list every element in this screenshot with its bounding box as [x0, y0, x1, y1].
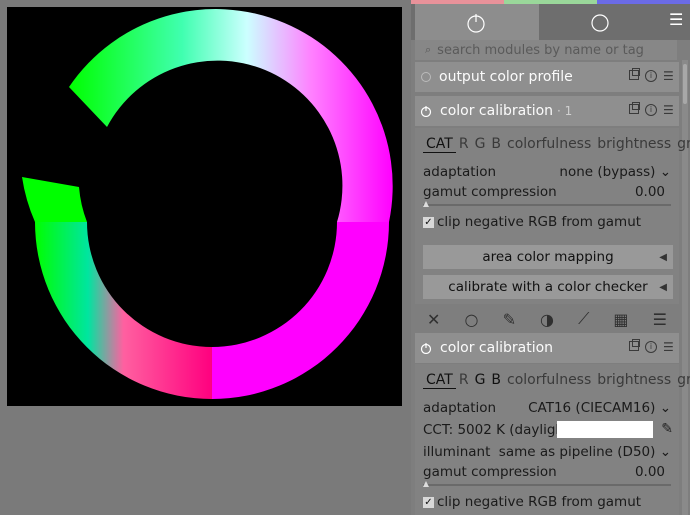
info-icon[interactable]: i — [645, 341, 657, 353]
button-label: area color mapping — [482, 249, 614, 265]
color-picker-icon[interactable]: ✎ — [661, 421, 673, 437]
module-action-bar: ✕ ○ ✎ ◑ ⟋ ▦ ☰ — [415, 306, 679, 332]
tab-cat[interactable]: CAT — [423, 136, 456, 153]
hamburger-icon[interactable]: ☰ — [669, 10, 683, 29]
gamut-value: 0.00 — [634, 184, 665, 200]
tab-brightness[interactable]: brightness — [594, 372, 674, 389]
copy-icon[interactable] — [629, 102, 640, 114]
clip-negative-checkbox[interactable]: ✓ clip negative RGB from gamut — [423, 494, 641, 510]
clip-label: clip negative RGB from gamut — [437, 214, 642, 230]
slider-marker-icon[interactable] — [423, 481, 429, 487]
copy-icon[interactable] — [629, 68, 640, 80]
adaptation-select[interactable]: adaptation CAT16 (CIECAM16) ⌄ — [423, 400, 671, 416]
collapse-arrow-icon: ◀ — [659, 251, 667, 263]
brush-icon[interactable]: ⟋ — [578, 309, 589, 329]
collapse-arrow-icon: ◀ — [659, 281, 667, 293]
scrollbar[interactable] — [682, 60, 688, 515]
power-icon[interactable] — [420, 342, 432, 354]
adaptation-label: adaptation — [423, 164, 497, 180]
gamut-slider-track[interactable] — [423, 201, 671, 207]
tab-r[interactable]: R — [456, 136, 472, 153]
module-title: color calibration — [440, 340, 554, 356]
module-color-calibration-2[interactable]: color calibration i ☰ — [415, 333, 679, 363]
image-canvas[interactable] — [7, 7, 402, 406]
copy-icon[interactable] — [629, 339, 640, 351]
module-tabs: CAT R G B colorfulness brightness gray — [423, 372, 690, 389]
color-ring-image — [22, 9, 393, 399]
info-icon[interactable]: i — [645, 104, 657, 116]
right-panel: ☰ ⌕ search modules by name or tag output… — [411, 0, 690, 515]
tab-brightness[interactable]: brightness — [594, 136, 674, 153]
tab-g[interactable]: G — [472, 372, 489, 389]
module-tabs: CAT R G B colorfulness brightness gray — [423, 136, 690, 153]
clip-negative-checkbox[interactable]: ✓ clip negative RGB from gamut — [423, 214, 641, 230]
circle-icon[interactable]: ○ — [465, 310, 479, 329]
ring-top — [69, 9, 393, 223]
ring-left-green — [22, 177, 87, 222]
slider-marker-icon[interactable] — [423, 201, 429, 207]
close-icon[interactable]: ✕ — [427, 310, 440, 329]
search-input[interactable]: ⌕ search modules by name or tag — [415, 40, 677, 60]
search-placeholder: search modules by name or tag — [437, 42, 644, 58]
tab-r[interactable]: R — [456, 372, 472, 389]
power-icon[interactable] — [465, 12, 487, 34]
illuminant-select[interactable]: illuminant same as pipeline (D50) ⌄ — [423, 444, 671, 460]
tab-b[interactable]: B — [488, 372, 504, 389]
cct-label: CCT: 5002 K (daylight) — [423, 422, 575, 438]
illuminant-color-swatch[interactable] — [557, 421, 653, 438]
checker-icon[interactable]: ▦ — [613, 310, 628, 329]
chevron-down-icon: ⌄ — [659, 400, 671, 416]
module-body-2: CAT R G B colorfulness brightness gray a… — [415, 364, 690, 515]
adaptation-label: adaptation — [423, 400, 497, 416]
tab-g[interactable]: G — [472, 136, 489, 153]
module-index: 1 — [564, 104, 573, 118]
calibrate-color-checker-button[interactable]: calibrate with a color checker ◀ — [423, 275, 673, 299]
gamut-compression-slider[interactable]: gamut compression 0.00 — [423, 184, 671, 200]
gamut-label: gamut compression — [423, 464, 557, 480]
adaptation-value: none (bypass) — [559, 164, 656, 180]
pencil-icon[interactable]: ✎ — [503, 310, 516, 329]
module-group-tabs: ☰ — [411, 4, 690, 40]
adaptation-value: CAT16 (CIECAM16) — [528, 400, 656, 416]
tab-b[interactable]: B — [488, 136, 504, 153]
info-icon[interactable]: i — [645, 70, 657, 82]
tab-colorfulness[interactable]: colorfulness — [504, 372, 594, 389]
module-color-calibration-1[interactable]: color calibration · 1 i ☰ — [415, 96, 679, 126]
tab-cat[interactable]: CAT — [423, 372, 456, 389]
tab-gray[interactable]: gray — [674, 136, 690, 153]
tab-gray[interactable]: gray — [674, 372, 690, 389]
ring-right — [212, 222, 389, 399]
presets-icon[interactable]: ☰ — [663, 104, 675, 116]
search-icon: ⌕ — [425, 43, 432, 56]
ring-bottom — [35, 222, 212, 399]
clip-label: clip negative RGB from gamut — [437, 494, 642, 510]
illuminant-value: same as pipeline (D50) — [498, 444, 656, 460]
presets-icon[interactable]: ☰ — [663, 70, 675, 82]
power-icon[interactable] — [420, 105, 432, 117]
chevron-down-icon: ⌄ — [659, 164, 671, 180]
area-color-mapping-button[interactable]: area color mapping ◀ — [423, 245, 673, 269]
gamut-compression-slider[interactable]: gamut compression 0.00 — [423, 464, 671, 480]
module-output-color-profile[interactable]: output color profile i ☰ — [415, 62, 679, 92]
module-body-1: CAT R G B colorfulness brightness gray a… — [415, 128, 690, 304]
button-label: calibrate with a color checker — [448, 279, 648, 295]
module-title: color calibration — [440, 103, 554, 119]
checkbox-icon[interactable]: ✓ — [423, 216, 434, 228]
tab-colorfulness[interactable]: colorfulness — [504, 136, 594, 153]
gamut-slider-track[interactable] — [423, 481, 671, 487]
radio-icon[interactable] — [421, 72, 431, 82]
gamut-value: 0.00 — [634, 464, 665, 480]
gamut-label: gamut compression — [423, 184, 557, 200]
checkbox-icon[interactable]: ✓ — [423, 496, 434, 508]
module-title: output color profile — [439, 69, 573, 85]
hamburger-icon[interactable]: ☰ — [653, 310, 667, 329]
presets-icon[interactable]: ☰ — [663, 341, 675, 353]
illuminant-label: illuminant — [423, 444, 491, 460]
chevron-down-icon: ⌄ — [659, 444, 671, 460]
half-circle-icon[interactable]: ◑ — [540, 310, 554, 329]
adaptation-select[interactable]: adaptation none (bypass) ⌄ — [423, 164, 671, 180]
circle-icon[interactable] — [589, 12, 611, 34]
